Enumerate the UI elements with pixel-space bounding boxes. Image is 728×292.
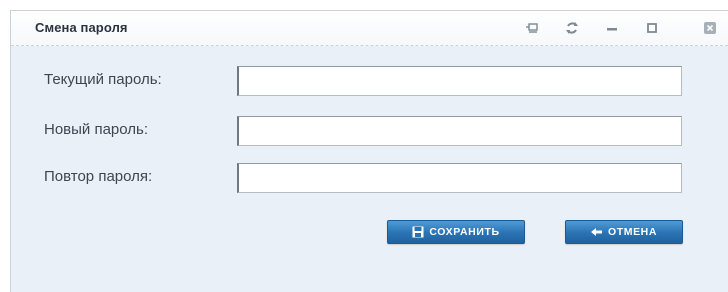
cancel-button[interactable]: ОТМЕНА	[565, 220, 683, 244]
pin-icon[interactable]	[523, 19, 541, 37]
repeat-password-label: Повтор пароля:	[44, 168, 153, 185]
close-icon[interactable]	[701, 19, 719, 37]
current-password-input[interactable]	[237, 66, 682, 96]
save-button[interactable]: СОХРАНИТЬ	[387, 220, 525, 244]
refresh-icon[interactable]	[563, 19, 581, 37]
cancel-button-label: ОТМЕНА	[607, 226, 658, 238]
new-password-input[interactable]	[237, 116, 682, 146]
maximize-icon[interactable]	[643, 19, 661, 37]
minimize-icon[interactable]	[603, 19, 621, 37]
undo-arrow-icon	[590, 226, 603, 238]
window-title: Смена пароля	[35, 20, 128, 35]
save-icon	[412, 226, 424, 238]
change-password-window: Смена пароля Текущий пароль: Новый парол…	[10, 10, 728, 292]
new-password-label: Новый пароль:	[44, 121, 149, 138]
repeat-password-input[interactable]	[237, 163, 682, 193]
window-titlebar[interactable]: Смена пароля	[11, 11, 728, 46]
save-button-label: СОХРАНИТЬ	[429, 226, 500, 238]
current-password-label: Текущий пароль:	[44, 71, 162, 88]
